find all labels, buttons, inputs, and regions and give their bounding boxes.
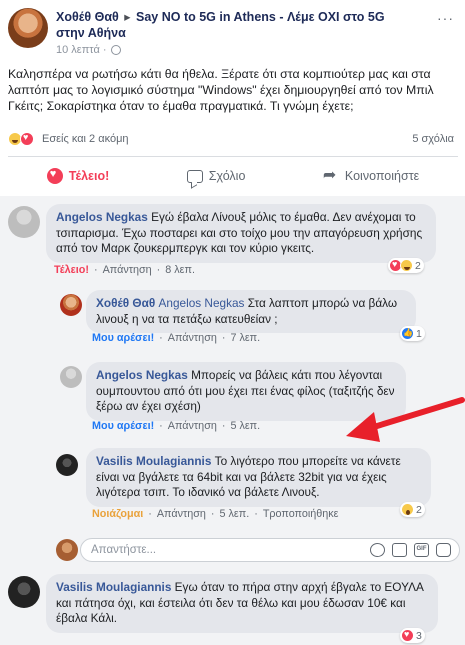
comment-mention[interactable]: Angelos Negkas [159,296,245,310]
post-card: Χοθέθ Θαθ ▸ Say NO to 5G in Athens - Λέμ… [0,0,465,645]
divider [8,156,458,157]
reply-button[interactable]: Απάντηση [157,508,206,520]
reactions-summary[interactable]: Εσείς και 2 ακόμη 5 σχόλια [8,132,458,148]
comment-time[interactable]: 5 λεπ. [220,508,250,520]
love-button-label: Τέλειο! [68,169,110,183]
reply-input-icons: GIF [370,543,451,557]
gif-icon[interactable]: GIF [414,543,429,557]
comment-icon [186,169,203,183]
comment-author[interactable]: Angelos Negkas [96,368,188,382]
comment-button[interactable]: Σχόλιο [186,169,246,183]
my-avatar [56,539,78,561]
reaction-count: 3 [416,629,422,642]
post-time-text[interactable]: 10 λεπτά · [56,44,107,56]
globe-icon [110,45,121,55]
reply-input-box[interactable]: GIF [80,538,460,562]
comment-reactions[interactable]: 1 [400,326,425,341]
love-react-icon [46,168,63,184]
red-arrow-annotation [346,397,465,442]
comments-section: Angelos Negkas Εγώ έβαλα Λίνουξ μόλις το… [0,196,465,645]
comment-time[interactable]: 7 λεπ. [230,332,260,344]
comment: Angelos Negkas Εγώ έβαλα Λίνουξ μόλις το… [0,196,465,278]
reply-button[interactable]: Απάντηση [168,420,217,432]
comment-reactions[interactable]: 3 [400,628,425,643]
camera-icon[interactable] [392,543,407,557]
emoji-icon[interactable] [370,543,385,557]
post-header: Χοθέθ Θαθ ▸ Say NO to 5G in Athens - Λέμ… [6,6,458,62]
edited-label[interactable]: Τροποποιήθηκε [263,508,339,520]
sticker-icon[interactable] [436,543,451,557]
comment-time[interactable]: 8 λεπ. [165,264,195,276]
comment-reactions[interactable]: 2 [400,502,425,517]
comment-actions: Μου αρέσει! · Απάντηση · 5 λεπ. [92,420,261,432]
comment-bubble: Vasilis Moulagiannis Εγω όταν το πήρα στ… [46,574,438,633]
comment-author[interactable]: Angelos Negkas [56,210,148,224]
comment-author[interactable]: Χοθέθ Θαθ [96,296,155,310]
avatar[interactable] [60,366,82,388]
comment: Vasilis Moulagiannis Το λιγότερο που μπο… [0,446,465,526]
comment: Vasilis Moulagiannis Εγω όταν το πήρα στ… [0,570,465,645]
love-icon [20,132,34,146]
reaction-count: 1 [416,327,422,340]
post-text: Καλησπέρα να ρωτήσω κάτι θα ήθελα. Ξέρατ… [8,67,434,113]
care-icon [401,503,414,516]
post-title: Χοθέθ Θαθ ▸ Say NO to 5G in Athens - Λέμ… [56,9,396,41]
comment-reactions[interactable]: 2 [388,258,424,273]
share-icon: ➦ [322,167,337,184]
comment-author[interactable]: Vasilis Moulagiannis [96,454,211,468]
avatar[interactable] [56,454,78,476]
comment-bubble: Vasilis Moulagiannis Το λιγότερο που μπο… [86,448,431,507]
comment-author[interactable]: Vasilis Moulagiannis [56,580,171,594]
share-button[interactable]: ➦ Κοινοποιήστε [323,168,419,184]
reply-input[interactable] [91,542,321,558]
reply-button[interactable]: Απάντηση [168,332,217,344]
post-actions-bar: Τέλειο! Σχόλιο ➦ Κοινοποιήστε [8,160,458,192]
reaction-count: 2 [415,259,421,272]
reply-button[interactable]: Απάντηση [103,264,152,276]
comments-count[interactable]: 5 σχόλια [412,133,454,145]
love-button[interactable]: Τέλειο! [46,168,110,184]
comment-react-button[interactable]: Τέλειο! [54,264,89,276]
love-icon [401,629,414,642]
author-avatar[interactable] [8,8,48,48]
comment-bubble: Χοθέθ Θαθ Angelos Negkas Στα λαπτοπ μπορ… [86,290,416,333]
like-icon [401,327,414,340]
reaction-count: 2 [416,503,422,516]
more-options-icon[interactable]: ··· [437,10,454,26]
comment-button-label: Σχόλιο [208,169,246,183]
comment-react-button[interactable]: Μου αρέσει! [92,420,154,432]
avatar[interactable] [60,294,82,316]
haha-icon [400,259,413,272]
comment-time[interactable]: 5 λεπ. [230,420,260,432]
comment-actions: Μου αρέσει! · Απάντηση · 7 λεπ. [92,332,261,344]
comment-actions: Τέλειο! · Απάντηση · 8 λεπ. [54,264,195,276]
share-button-label: Κοινοποιήστε [344,169,420,183]
avatar[interactable] [8,576,40,608]
comment-react-button[interactable]: Νοιάζομαι [92,508,143,520]
avatar[interactable] [8,206,40,238]
reactions-names[interactable]: Εσείς και 2 ακόμη [42,133,129,145]
arrow-right-icon: ▸ [124,10,131,24]
comment-bubble: Angelos Negkas Εγώ έβαλα Λίνουξ μόλις το… [46,204,436,263]
reaction-emojis [8,132,34,146]
comment-react-button[interactable]: Μου αρέσει! [92,332,154,344]
comment-actions: Νοιάζομαι · Απάντηση · 5 λεπ. · Τροποποι… [92,508,339,520]
post-timestamp: 10 λεπτά · [56,44,121,56]
author-name[interactable]: Χοθέθ Θαθ [56,10,119,24]
comment: Χοθέθ Θαθ Angelos Negkas Στα λαπτοπ μπορ… [0,284,465,348]
